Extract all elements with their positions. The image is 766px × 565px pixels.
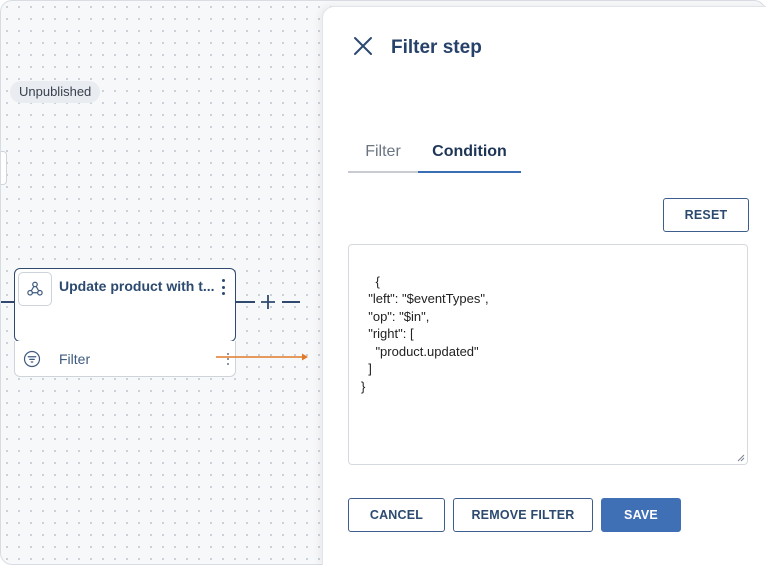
workflow-step-node[interactable]: Update product with t... bbox=[14, 268, 236, 342]
connector-line bbox=[236, 301, 255, 303]
tab-condition[interactable]: Condition bbox=[418, 139, 521, 173]
save-button[interactable]: SAVE bbox=[601, 498, 681, 532]
add-step-button[interactable] bbox=[256, 290, 280, 314]
resize-handle-icon[interactable] bbox=[737, 454, 745, 462]
remove-filter-button[interactable]: REMOVE FILTER bbox=[453, 498, 593, 532]
filter-icon bbox=[23, 350, 41, 368]
status-badge: Unpublished bbox=[10, 81, 101, 103]
webhook-icon bbox=[18, 272, 52, 306]
reset-button[interactable]: RESET bbox=[663, 198, 749, 232]
panel-tabs: Filter Condition bbox=[348, 139, 748, 175]
connector-line bbox=[282, 301, 300, 303]
condition-json-editor[interactable]: { "left": "$eventTypes", "op": "$in", "r… bbox=[348, 244, 748, 465]
step-filter-row[interactable]: Filter bbox=[14, 341, 236, 377]
step-title: Update product with t... bbox=[59, 278, 215, 294]
tab-filter[interactable]: Filter bbox=[348, 139, 418, 173]
node-more-icon[interactable] bbox=[219, 279, 227, 295]
filter-step-panel: Filter step Filter Condition RESET { "le… bbox=[322, 6, 766, 565]
canvas-side-handle[interactable] bbox=[1, 151, 7, 185]
panel-title: Filter step bbox=[391, 37, 482, 58]
condition-json-text: { "left": "$eventTypes", "op": "$in", "r… bbox=[361, 273, 489, 394]
filter-label: Filter bbox=[59, 351, 91, 367]
cancel-button[interactable]: CANCEL bbox=[348, 498, 445, 532]
plus-icon bbox=[261, 295, 275, 309]
close-icon bbox=[354, 37, 372, 55]
filter-connector-arrow bbox=[216, 353, 308, 361]
close-button[interactable] bbox=[351, 34, 375, 58]
connector-line bbox=[1, 301, 14, 303]
